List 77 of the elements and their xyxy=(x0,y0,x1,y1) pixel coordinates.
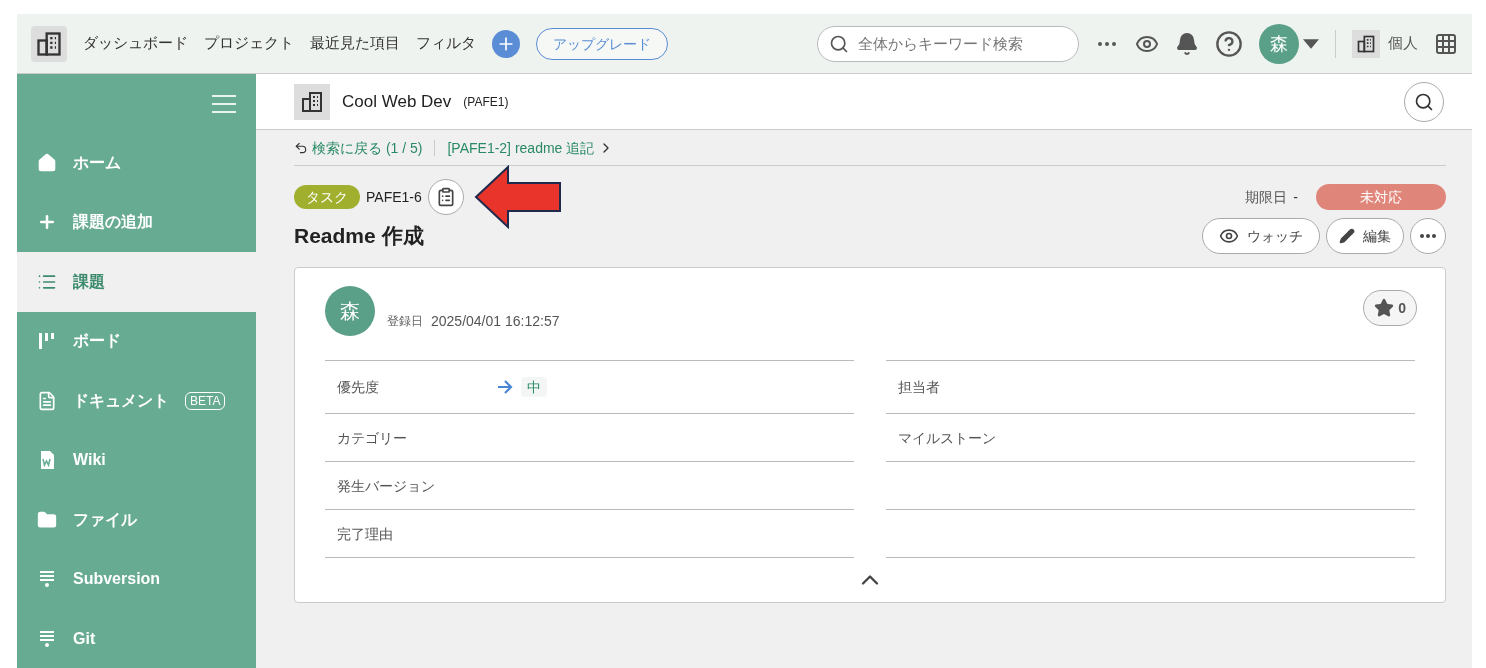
search-icon xyxy=(829,33,849,54)
sidebar-label: ファイル xyxy=(73,509,137,530)
beta-badge: BETA xyxy=(185,391,226,410)
previous-issue-link[interactable]: [PAFE1-2] readme 追記 xyxy=(447,137,615,158)
nav-link[interactable]: プロジェクト xyxy=(204,32,294,55)
more-button[interactable] xyxy=(1410,218,1446,254)
folder-icon xyxy=(37,509,57,530)
help-icon[interactable] xyxy=(1215,29,1243,58)
sidebar-label: ドキュメント xyxy=(73,390,169,411)
property-label: 完了理由 xyxy=(337,524,394,544)
property-label: 優先度 xyxy=(337,378,380,397)
back-to-search-link[interactable]: 検索に戻る (1 / 5) xyxy=(294,137,423,158)
issue-key: PAFE1-6 xyxy=(366,187,422,207)
return-arrow-icon xyxy=(294,140,308,155)
sidebar-label: Wiki xyxy=(73,450,106,471)
sidebar-item[interactable]: Wiki xyxy=(17,430,256,490)
sidebar-item[interactable]: 課題の追加 xyxy=(17,192,256,252)
user-avatar[interactable]: 森 xyxy=(1259,23,1299,64)
created-label: 登録日 xyxy=(387,313,423,329)
caret-icon[interactable] xyxy=(1303,37,1319,50)
document-icon xyxy=(37,390,57,411)
sidebar-label: 課題の追加 xyxy=(73,212,153,233)
sidebar-item[interactable]: Subversion xyxy=(17,549,256,609)
add-button[interactable] xyxy=(492,29,520,58)
sidebar-label: Git xyxy=(73,628,96,649)
edit-button[interactable]: 編集 xyxy=(1326,218,1404,254)
sidebar-item[interactable]: ボード xyxy=(17,311,256,371)
property-label: カテゴリー xyxy=(337,428,408,448)
nav-link[interactable]: フィルタ xyxy=(416,32,476,55)
author-avatar: 森 xyxy=(325,286,375,336)
arrow-annotation-icon xyxy=(473,165,562,229)
space-switch-button[interactable]: 個人 xyxy=(1352,29,1418,58)
board-icon xyxy=(37,331,57,352)
sidebar-label: ボード xyxy=(73,331,121,352)
copy-button[interactable] xyxy=(427,179,464,215)
sidebar-item[interactable]: ホーム xyxy=(17,133,256,193)
search-field[interactable]: 全体からキーワード検索 xyxy=(817,25,1079,62)
repository-icon xyxy=(37,628,57,649)
property-label: マイルストーン xyxy=(898,428,997,448)
building-icon xyxy=(300,89,324,114)
sidebar-item[interactable]: ファイル xyxy=(17,490,256,550)
space-label: 個人 xyxy=(1388,33,1418,54)
property-label: 発生バージョン xyxy=(337,476,436,496)
apps-grid-icon[interactable] xyxy=(1434,31,1458,56)
building-icon xyxy=(35,29,63,58)
sidebar-label: Subversion xyxy=(73,569,161,590)
search-icon xyxy=(1414,91,1434,112)
bell-icon[interactable] xyxy=(1175,31,1199,56)
priority-value: 中 xyxy=(521,377,547,397)
pencil-icon xyxy=(1339,228,1355,244)
building-icon xyxy=(1356,33,1376,54)
project-name: Cool Web Dev xyxy=(342,90,452,113)
more-icon xyxy=(1420,234,1436,238)
sidebar-item[interactable]: ドキュメント BETA xyxy=(17,371,256,431)
sidebar-label: ホーム xyxy=(73,152,121,173)
project-key: (PAFE1) xyxy=(463,93,509,110)
star-button[interactable]: 0 xyxy=(1363,290,1417,326)
nav-link[interactable]: 最近見た項目 xyxy=(310,32,400,55)
star-icon xyxy=(1374,298,1395,318)
status-badge: 未対応 xyxy=(1316,184,1446,210)
property-label: 担当者 xyxy=(898,378,941,397)
repository-icon xyxy=(37,569,57,590)
upgrade-button[interactable]: アップグレード xyxy=(536,27,668,60)
due-date-value: - xyxy=(1293,188,1298,207)
issue-type-badge: タスク xyxy=(294,185,360,209)
issue-title: Readme 作成 xyxy=(294,223,424,250)
watch-button[interactable]: ウォッチ xyxy=(1202,218,1320,254)
right-arrow-icon xyxy=(497,379,513,395)
eye-icon xyxy=(1219,226,1239,246)
sidebar-label: 課題 xyxy=(73,271,105,292)
sidebar-item[interactable]: 課題 xyxy=(17,252,256,312)
sidebar-item[interactable]: Git xyxy=(17,609,256,668)
nav-link[interactable]: ダッシュボード xyxy=(83,32,188,55)
app-logo-button[interactable] xyxy=(31,25,67,62)
home-icon xyxy=(37,152,57,173)
created-date: 2025/04/01 16:12:57 xyxy=(431,312,560,331)
due-date-label: 期限日 xyxy=(1245,188,1288,207)
